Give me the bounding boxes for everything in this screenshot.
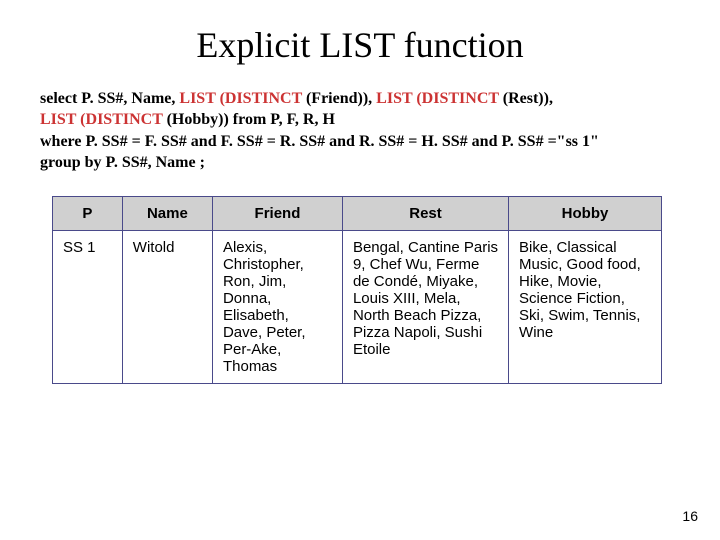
cell-friend: Alexis, Christopher, Ron, Jim, Donna, El…	[212, 230, 342, 383]
result-table: P Name Friend Rest Hobby SS 1 Witold Ale…	[52, 196, 662, 384]
query-text: (Friend)),	[302, 90, 376, 107]
query-highlight: LIST (DISTINCT	[376, 90, 499, 107]
query-text: where P. SS# = F. SS# and F. SS# = R. SS…	[40, 133, 599, 150]
column-header-friend: Friend	[212, 196, 342, 230]
query-text: (Rest)),	[499, 90, 553, 107]
query-highlight: LIST (DISTINCT	[179, 90, 302, 107]
page-number: 16	[682, 508, 698, 524]
slide-title: Explicit LIST function	[40, 24, 680, 66]
table-header-row: P Name Friend Rest Hobby	[53, 196, 662, 230]
column-header-name: Name	[122, 196, 212, 230]
cell-name: Witold	[122, 230, 212, 383]
sql-query-block: select P. SS#, Name, LIST (DISTINCT (Fri…	[40, 88, 680, 174]
column-header-rest: Rest	[342, 196, 508, 230]
table-row: SS 1 Witold Alexis, Christopher, Ron, Ji…	[53, 230, 662, 383]
column-header-p: P	[53, 196, 123, 230]
query-text: (Hobby)) from P, F, R, H	[163, 111, 335, 128]
query-text: group by P. SS#, Name ;	[40, 154, 205, 171]
cell-rest: Bengal, Cantine Paris 9, Chef Wu, Ferme …	[342, 230, 508, 383]
column-header-hobby: Hobby	[509, 196, 662, 230]
cell-p: SS 1	[53, 230, 123, 383]
query-highlight: LIST (DISTINCT	[40, 111, 163, 128]
query-text: select P. SS#, Name,	[40, 90, 179, 107]
cell-hobby: Bike, Classical Music, Good food, Hike, …	[509, 230, 662, 383]
slide: Explicit LIST function select P. SS#, Na…	[0, 0, 720, 540]
